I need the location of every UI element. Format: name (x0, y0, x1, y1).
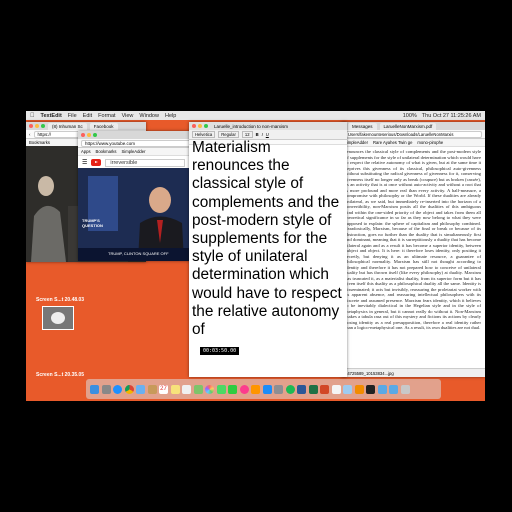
maps-icon[interactable] (193, 384, 203, 394)
bookmark-apps[interactable]: Apps (81, 149, 91, 154)
bookmark-item[interactable]: Bookmarks (29, 140, 50, 145)
close-icon[interactable] (192, 124, 196, 128)
folder-icon[interactable] (377, 384, 387, 394)
bookmark-simpleadder[interactable]: SimpleAdder (122, 149, 146, 154)
ibooks-icon[interactable] (251, 384, 260, 394)
menu-bar:  TextEdit File Edit Format View Window … (26, 111, 485, 120)
menu-format[interactable]: Format (98, 113, 115, 119)
spotify-icon[interactable] (285, 384, 295, 394)
finder-icon[interactable] (90, 384, 99, 394)
bookmark-simpleadder-pdf[interactable]: SimpleAdder (344, 140, 368, 145)
powerpoint-icon[interactable] (320, 384, 329, 394)
desktop-screen:  TextEdit File Edit Format View Window … (26, 111, 485, 401)
pdf-window[interactable]: Messages LaruelleNonMarxism.pdf Users/fa… (341, 122, 485, 377)
dock: 27 (86, 379, 441, 399)
recording-timer: 00:03:50.00 (200, 347, 240, 356)
appstore-icon[interactable] (262, 384, 272, 394)
chrome-icon[interactable] (124, 384, 134, 394)
bold-icon[interactable]: B (256, 132, 259, 137)
downloads-icon[interactable] (389, 384, 398, 394)
textedit-window[interactable]: Laruelle_introduction to non-marxism Hel… (189, 122, 347, 377)
pdf-path[interactable]: Users/fakemounteserious/Downloads/Laruel… (344, 130, 482, 138)
photos-icon[interactable] (205, 384, 214, 394)
desktop-file-label[interactable]: Screen S...t 20.48.03 (36, 297, 84, 303)
apple-icon[interactable]:  (30, 113, 35, 119)
messages-icon[interactable] (216, 384, 226, 394)
tab-bar: (8) Inhuman Sc Facebook (26, 122, 146, 130)
trash-icon[interactable] (400, 384, 410, 394)
preview-icon[interactable] (343, 384, 352, 394)
desktop-file-label-2[interactable]: Screen S...t 20.35.05 (36, 372, 84, 378)
notes-icon[interactable] (170, 384, 180, 394)
caption-label-2: QUESTION (82, 223, 103, 228)
youtube-search-input[interactable]: irreversible (105, 158, 186, 167)
itunes-icon[interactable] (239, 384, 249, 394)
pdf-path-bar: Users/fakemounteserious/Downloads/Laruel… (341, 130, 485, 139)
download-item[interactable]: 14725589_10153834...jpg (345, 371, 394, 376)
menubar-clock[interactable]: Thu Oct 27 11:25:26 AM (422, 113, 481, 119)
reminders-icon[interactable] (182, 384, 191, 394)
excel-icon[interactable] (308, 384, 318, 394)
textedit-title: Laruelle_introduction to non-marxism (214, 123, 289, 129)
vlc-icon[interactable] (354, 384, 364, 394)
font-family-select[interactable]: Helvetica (192, 131, 216, 138)
tab-pdf[interactable]: LaruelleNonMarxism.pdf (379, 122, 437, 130)
safari-icon[interactable] (113, 384, 122, 394)
youtube-logo-icon[interactable] (91, 159, 102, 166)
battery-status[interactable]: 100% (403, 113, 417, 119)
bookmark-bookmarks[interactable]: Bookmarks (96, 149, 117, 154)
launchpad-icon[interactable] (101, 384, 111, 394)
bookmark-mono[interactable]: mono-pirophe (417, 140, 443, 145)
mail-icon[interactable] (136, 384, 145, 394)
terminal-icon[interactable] (366, 384, 375, 394)
preferences-icon[interactable] (274, 384, 283, 394)
menu-edit[interactable]: Edit (83, 113, 92, 119)
textedit-icon[interactable] (331, 384, 341, 394)
screenshot-thumbnail[interactable] (42, 306, 74, 330)
contacts-icon[interactable] (147, 384, 157, 394)
facetime-icon[interactable] (228, 384, 237, 394)
zoom-icon[interactable] (204, 124, 208, 128)
tab-inhuman[interactable]: (8) Inhuman Sc (48, 122, 87, 130)
tab-bar-pdf: Messages LaruelleNonMarxism.pdf (341, 122, 485, 130)
news-ticker: TRUMP, CLINTON SQUARE OFF (108, 251, 169, 256)
font-style-select[interactable]: Regular (218, 131, 239, 138)
menu-app-name[interactable]: TextEdit (41, 113, 62, 119)
bookmarks-bar-pdf: SimpleAdder Rare Ayahes Twin ge mono-pir… (341, 139, 485, 147)
pdf-text: renounces the classical style of complem… (345, 149, 481, 330)
textedit-body[interactable]: Materialism renounces the classical styl… (189, 139, 347, 339)
minimize-icon[interactable] (198, 124, 202, 128)
download-bar: 14725589_10153834...jpg (341, 368, 485, 377)
word-icon[interactable] (297, 384, 306, 394)
tab-messages[interactable]: Messages (348, 122, 377, 130)
textedit-titlebar: Laruelle_introduction to non-marxism (189, 122, 347, 130)
underline-icon[interactable]: U (266, 132, 269, 137)
back-icon[interactable]: ‹ (29, 132, 31, 137)
menu-view[interactable]: View (122, 113, 134, 119)
bookmark-rare[interactable]: Rare Ayahes Twin ge (373, 140, 412, 145)
font-size-select[interactable]: 12 (241, 131, 253, 138)
thumbnail-image-icon (43, 307, 73, 329)
menu-help[interactable]: Help (165, 113, 176, 119)
hamburger-icon[interactable]: ☰ (82, 159, 87, 166)
menu-file[interactable]: File (68, 113, 77, 119)
tab-facebook[interactable]: Facebook (89, 122, 118, 130)
italic-icon[interactable]: I (262, 132, 263, 137)
menu-window[interactable]: Window (139, 113, 159, 119)
calendar-icon[interactable]: 27 (159, 384, 168, 394)
